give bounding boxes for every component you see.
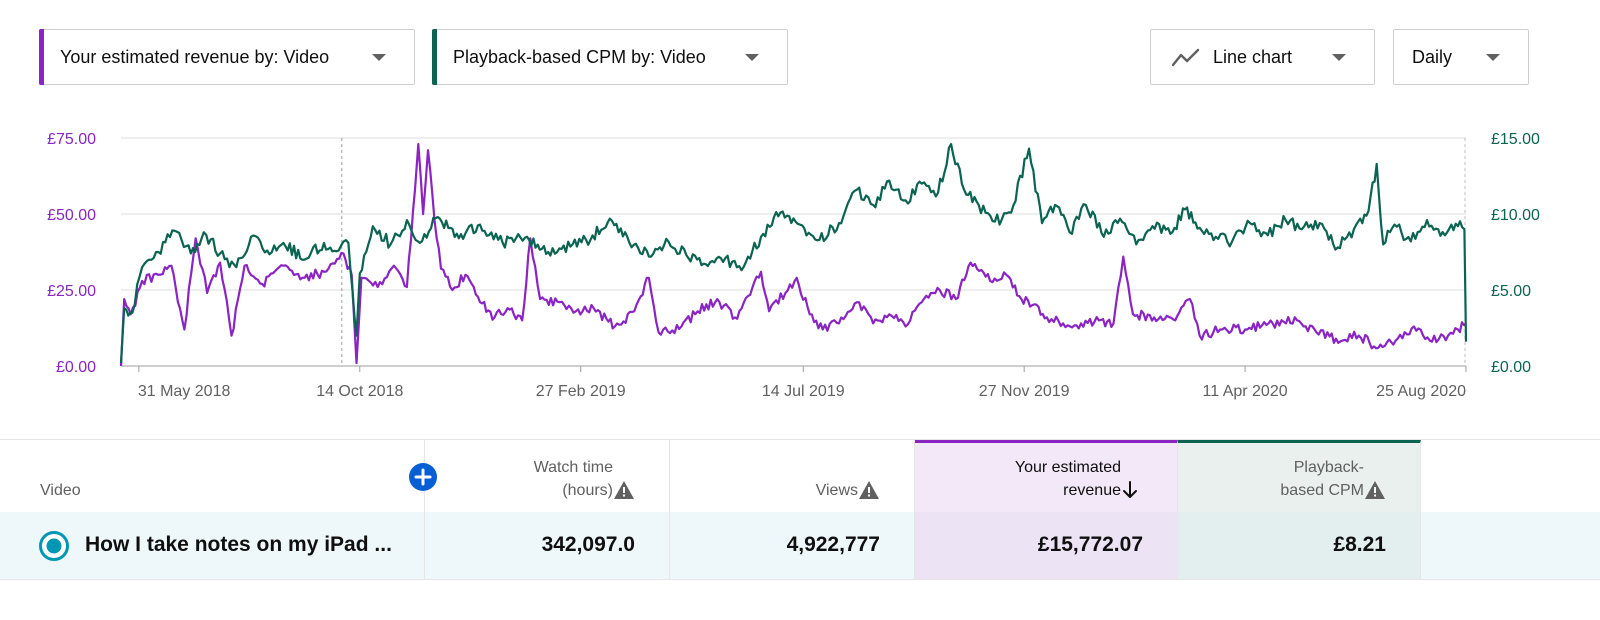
watch-time-cell: 342,097.0: [425, 512, 670, 579]
row-trailing-space: [1421, 512, 1600, 579]
x-axis-tick-label: 11 Apr 2020: [1203, 383, 1288, 400]
x-axis-tick-label: 27 Nov 2019: [979, 383, 1070, 400]
cpm-value: £8.21: [1333, 533, 1386, 556]
watch-time-header-text: Watch time (hours): [534, 456, 613, 502]
left-axis-labels: £0.00 £25.00 £50.00 £75.00: [47, 131, 96, 376]
right-axis-tick-label: £0.00: [1491, 359, 1531, 376]
views-column-header[interactable]: Views: [670, 440, 915, 512]
sort-descending-icon[interactable]: [1122, 481, 1138, 499]
left-axis-tick-label: £75.00: [47, 131, 96, 148]
left-axis-tick-label: £50.00: [47, 207, 96, 224]
warning-icon[interactable]: [613, 480, 635, 500]
chevron-down-icon: [372, 54, 386, 61]
watch-time-column-header[interactable]: Watch time (hours): [425, 440, 670, 512]
views-header-line1: Views: [815, 482, 858, 499]
left-axis-tick-label: £0.00: [56, 359, 96, 376]
revenue-color-marker: [39, 29, 44, 85]
x-axis-tick-label: 31 May 2018: [138, 383, 231, 400]
right-axis-tick-label: £5.00: [1491, 283, 1531, 300]
revenue-header-line2: revenue: [1063, 482, 1121, 499]
revenue-cell: £15,772.07: [915, 512, 1178, 579]
x-axis-tick-label: 27 Feb 2019: [536, 383, 626, 400]
revenue-metric-label: Your estimated revenue by: Video: [60, 46, 330, 67]
table-bottom-divider: [0, 579, 1600, 580]
chart-gridlines: [121, 137, 1466, 367]
chevron-down-icon: [745, 54, 759, 61]
cpm-series-line: [119, 143, 1468, 364]
x-axis: 31 May 2018 14 Oct 2018 27 Feb 2019 14 Jul …: [138, 366, 1467, 400]
revenue-value: £15,772.07: [1037, 533, 1143, 556]
watch-time-header-line1: Watch time: [533, 459, 613, 476]
right-axis-tick-label: £10.00: [1491, 207, 1540, 224]
video-column-label: Video: [40, 482, 81, 499]
table-row[interactable]: How I take notes on my iPad ...: [0, 512, 425, 579]
revenue-column-header[interactable]: Your estimated revenue: [915, 440, 1178, 512]
left-axis-tick-label: £25.00: [47, 283, 96, 300]
watch-time-value: 342,097.0: [541, 533, 635, 556]
cpm-metric-dropdown[interactable]: Playback-based CPM by: Video: [432, 29, 788, 85]
watch-time-header-line2: (hours): [562, 482, 613, 499]
warning-icon[interactable]: [858, 480, 880, 500]
chart-hover-guide: [341, 138, 1466, 366]
video-column-header[interactable]: Video: [0, 440, 437, 512]
revenue-metric-dropdown[interactable]: Your estimated revenue by: Video: [39, 29, 415, 85]
chart-series: [119, 143, 1468, 367]
x-axis-tick-label: 25 Aug 2020: [1376, 383, 1466, 400]
chevron-down-icon: [1486, 54, 1500, 61]
revenue-header-text: Your estimated revenue: [1015, 456, 1121, 502]
period-label: Daily: [1412, 46, 1453, 67]
chevron-down-icon: [1332, 54, 1346, 61]
revenue-series-line: [119, 143, 1467, 367]
chart-type-dropdown[interactable]: Line chart: [1150, 29, 1375, 85]
revenue-header-line1: Your estimated: [1014, 459, 1121, 476]
right-axis-labels: £0.00 £5.00 £10.00 £15.00: [1491, 131, 1540, 376]
cpm-header-line1: Playback-: [1293, 459, 1364, 476]
cpm-color-marker: [432, 29, 437, 85]
warning-icon[interactable]: [1364, 480, 1386, 500]
chart-type-label: Line chart: [1213, 46, 1293, 67]
views-header-text: Views: [816, 479, 858, 502]
video-title[interactable]: How I take notes on my iPad ...: [85, 533, 392, 557]
x-axis-tick-label: 14 Oct 2018: [316, 383, 403, 400]
views-value: 4,922,777: [786, 533, 880, 556]
line-chart-icon: [1171, 48, 1200, 67]
views-cell: 4,922,777: [670, 512, 915, 579]
cpm-metric-label: Playback-based CPM by: Video: [453, 46, 706, 67]
cpm-header-text: Playback- based CPM: [1280, 456, 1364, 502]
period-dropdown[interactable]: Daily: [1393, 29, 1529, 85]
row-select-radio[interactable]: [38, 530, 70, 562]
cpm-header-line2: based CPM: [1280, 482, 1364, 499]
revenue-cpm-line-chart: £0.00 £25.00 £50.00 £75.00 £0.00 £5.00 £10.00…: [47, 131, 1540, 400]
cpm-cell: £8.21: [1178, 512, 1421, 579]
right-axis-tick-label: £15.00: [1491, 131, 1540, 148]
cpm-column-header[interactable]: Playback- based CPM: [1178, 440, 1421, 512]
x-axis-tick-label: 14 Jul 2019: [762, 383, 845, 400]
